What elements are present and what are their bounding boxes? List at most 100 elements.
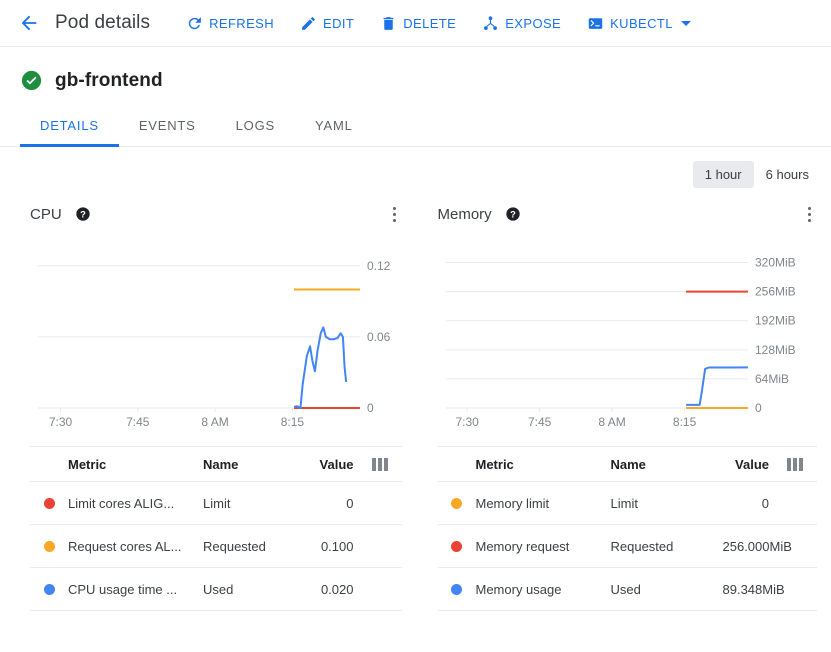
resource-name: gb-frontend xyxy=(55,69,163,91)
column-header-value[interactable]: Value xyxy=(723,457,774,472)
cell-metric: Memory usage xyxy=(475,581,562,597)
refresh-button[interactable]: REFRESH xyxy=(186,15,274,32)
cell-metric: Request cores AL... xyxy=(68,538,182,554)
cpu-panel: CPU ? 0.12 0.06 0 7:30 7:45 8 AM 8:15 Metric xyxy=(0,188,416,611)
tab-yaml[interactable]: YAML xyxy=(295,108,373,147)
svg-text:7:45: 7:45 xyxy=(527,415,551,429)
delete-label: DELETE xyxy=(403,15,457,31)
table-row[interactable]: Memory request Requested 256.000MiB xyxy=(437,525,817,568)
time-range-6-hours[interactable]: 6 hours xyxy=(754,161,821,188)
svg-text:8:15: 8:15 xyxy=(672,415,696,429)
svg-text:7:30: 7:30 xyxy=(455,415,479,429)
table-header-row: Metric Name Value xyxy=(437,446,817,482)
pencil-icon xyxy=(300,15,317,32)
back-arrow-icon xyxy=(21,15,37,31)
cell-value: 0 xyxy=(346,495,354,511)
edit-button[interactable]: EDIT xyxy=(300,15,354,32)
tab-logs[interactable]: LOGS xyxy=(216,108,295,147)
page-title: Pod details xyxy=(55,12,151,33)
back-button[interactable] xyxy=(14,8,44,38)
cell-name: Limit xyxy=(203,495,231,511)
column-selector-icon[interactable] xyxy=(773,457,817,471)
cell-metric: CPU usage time ... xyxy=(68,581,178,597)
kebab-dot xyxy=(392,206,396,210)
metrics-panels: CPU ? 0.12 0.06 0 7:30 7:45 8 AM 8:15 Metric xyxy=(0,188,831,611)
series-color-swatch xyxy=(438,497,476,509)
chevron-down-icon xyxy=(680,20,691,26)
svg-text:7:45: 7:45 xyxy=(126,415,150,429)
cell-metric: Limit cores ALIG... xyxy=(68,495,175,511)
cell-name: Requested xyxy=(203,538,266,554)
svg-text:0.12: 0.12 xyxy=(367,259,391,273)
kebab-dot xyxy=(392,212,396,216)
series-color-swatch xyxy=(438,583,476,595)
cpu-panel-title: CPU xyxy=(30,205,62,223)
series-color-swatch xyxy=(30,497,68,509)
cell-name: Used xyxy=(610,581,641,597)
kubectl-label: KUBECTL xyxy=(610,15,673,31)
memory-chart-menu-button[interactable] xyxy=(802,203,817,226)
column-header-name[interactable]: Name xyxy=(611,457,723,472)
svg-text:8 AM: 8 AM xyxy=(201,415,228,429)
svg-text:0: 0 xyxy=(755,401,762,415)
table-row[interactable]: CPU usage time ... Used 0.020 xyxy=(30,568,402,611)
help-circle-icon[interactable]: ? xyxy=(505,206,521,222)
resource-header: gb-frontend xyxy=(0,47,831,92)
check-circle-icon xyxy=(20,69,43,92)
cpu-chart-menu-button[interactable] xyxy=(387,203,402,226)
kebab-dot xyxy=(808,206,811,210)
delete-button[interactable]: DELETE xyxy=(380,15,456,32)
series-color-swatch xyxy=(30,583,68,595)
svg-text:?: ? xyxy=(510,209,516,219)
cell-name: Used xyxy=(203,581,234,597)
svg-text:128MiB: 128MiB xyxy=(755,343,796,357)
svg-text:?: ? xyxy=(80,209,86,219)
cpu-chart[interactable]: 0.12 0.06 0 7:30 7:45 8 AM 8:15 xyxy=(30,238,402,436)
top-toolbar: Pod details REFRESH EDIT DELETE EXPOSE K… xyxy=(0,0,831,47)
tab-details[interactable]: DETAILS xyxy=(20,108,119,147)
column-header-value[interactable]: Value xyxy=(315,457,358,472)
cell-value: 256.000MiB xyxy=(722,538,792,554)
memory-metrics-table: Metric Name Value Memory limit Limit 0 M… xyxy=(437,446,817,611)
refresh-icon xyxy=(186,15,203,32)
terminal-icon xyxy=(587,15,604,32)
series-color-swatch xyxy=(30,540,68,552)
table-header-row: Metric Name Value xyxy=(30,446,402,482)
kebab-dot xyxy=(808,218,811,222)
table-row[interactable]: Limit cores ALIG... Limit 0 xyxy=(30,482,402,525)
cell-metric: Memory limit xyxy=(475,495,550,511)
svg-text:64MiB: 64MiB xyxy=(755,372,789,386)
table-row[interactable]: Request cores AL... Requested 0.100 xyxy=(30,525,402,568)
time-range-1-hour[interactable]: 1 hour xyxy=(692,161,754,188)
memory-panel-title: Memory xyxy=(437,205,492,223)
svg-text:192MiB: 192MiB xyxy=(755,314,796,328)
tab-bar: DETAILS EVENTS LOGS YAML xyxy=(0,108,831,147)
kebab-dot xyxy=(392,218,396,222)
table-row[interactable]: Memory limit Limit 0 xyxy=(437,482,817,525)
time-range-selector: 1 hour 6 hours xyxy=(0,147,831,188)
column-header-metric[interactable]: Metric xyxy=(476,457,611,472)
edit-label: EDIT xyxy=(323,15,355,31)
cell-value: 0 xyxy=(761,495,769,511)
cell-value: 0.100 xyxy=(320,538,354,554)
cell-value: 0.020 xyxy=(320,581,354,597)
svg-text:8:15: 8:15 xyxy=(281,415,305,429)
cell-value: 89.348MiB xyxy=(722,581,785,597)
column-selector-icon[interactable] xyxy=(358,457,402,471)
svg-text:256MiB: 256MiB xyxy=(755,285,796,299)
memory-panel: Memory ? 320MiB 256MiB 192MiB 128MiB 64MiB 0 7… xyxy=(416,188,831,611)
series-color-swatch xyxy=(438,540,476,552)
kubectl-button[interactable]: KUBECTL xyxy=(587,15,691,32)
table-row[interactable]: Memory usage Used 89.348MiB xyxy=(437,568,817,611)
column-header-metric[interactable]: Metric xyxy=(68,457,203,472)
svg-text:8 AM: 8 AM xyxy=(598,415,625,429)
help-circle-icon[interactable]: ? xyxy=(75,206,91,222)
expose-button[interactable]: EXPOSE xyxy=(482,15,561,32)
cpu-panel-header: CPU ? xyxy=(30,194,402,234)
memory-chart[interactable]: 320MiB 256MiB 192MiB 128MiB 64MiB 0 7:30 7:45 8 … xyxy=(438,238,818,436)
tab-events[interactable]: EVENTS xyxy=(119,108,216,147)
kebab-dot xyxy=(808,212,811,216)
svg-text:0: 0 xyxy=(367,401,374,415)
column-header-name[interactable]: Name xyxy=(203,457,315,472)
cell-name: Limit xyxy=(610,495,638,511)
